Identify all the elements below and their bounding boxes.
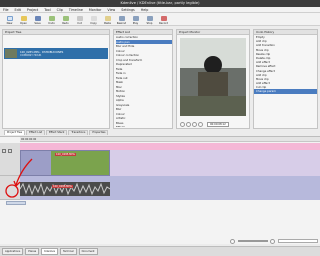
bottom-tabs: Project Tree Effect List Effect Stack Tr… [4,130,109,135]
clip-sublabel: COMPANY HOUR [20,53,42,57]
track-mute-icon[interactable] [2,149,6,153]
monitor-video [180,38,246,116]
monitor-stop-button[interactable] [192,121,197,127]
video-clip-label: 100_0285.MPG [55,153,76,156]
cut-button[interactable]: Cut [73,13,86,25]
play-button[interactable]: Play [129,13,142,25]
rewind-icon [118,16,125,21]
project-clip-item[interactable]: 100_0285.MPG · DSTRIBUCIONES COMPANY HOU… [4,48,108,59]
zoom-slider[interactable] [238,240,268,242]
undo-history-list: Empty Add clip Add transition Move clip Resi… [254,35,317,115]
timeline-ruler[interactable]: 00:00:00:00 [20,137,320,142]
scissors-icon [76,16,83,21]
tab-effect-list[interactable]: Effect List [26,130,45,135]
menu-timeline[interactable]: Timeline [69,8,83,12]
video-track-empty [110,150,320,176]
monitor-forward-button[interactable] [198,121,203,127]
desktop-taskbar: Applications Places Kdenlive Terminal Do… [0,246,320,256]
timeline-status-controls [180,238,318,244]
timecode-field[interactable] [278,239,318,243]
open-button[interactable]: Open [17,13,30,25]
tab-effect-stack[interactable]: Effect Stack [45,130,68,135]
taskbar-document[interactable]: Document [78,248,98,255]
paste-icon [104,16,111,21]
new-icon [6,16,13,21]
audio-clip-label: 100_0285.MPG [52,185,73,188]
undo-button[interactable]: Undo [45,13,58,25]
effect-tree: Audio correction Audio pan Blur and Hide Co… [116,35,172,127]
effect-item[interactable]: Effects [116,125,172,127]
taskbar-kdenlive[interactable]: Kdenlive [41,248,58,255]
undo-icon [48,16,55,21]
taskbar-applications[interactable]: Applications [2,248,24,255]
save-icon [34,16,41,21]
redo-button[interactable]: Redo [59,13,72,25]
menu-help[interactable]: Help [141,8,149,12]
tab-project-tree[interactable]: Project Tree [4,130,26,135]
clip-thumbnail [5,49,17,58]
rewind-button[interactable]: Rewind [115,13,128,25]
tab-properties[interactable]: Properties [89,130,109,135]
zoom-in-icon[interactable] [270,238,275,244]
window-title-bar: Kdenlive / KDEnlive (title-bar, partly l… [0,0,320,7]
monitor-play-button[interactable] [186,121,191,127]
copy-icon [90,16,97,21]
project-tree-title: Project Tree [3,30,109,35]
menu-view[interactable]: View [107,8,115,12]
new-button[interactable]: New [3,13,16,25]
monitor-rewind-button[interactable] [180,121,185,127]
video-track-band [20,143,320,150]
monitor-controls: 00:00:08:12 [180,121,246,127]
menu-file[interactable]: File [3,8,9,12]
menu-tool[interactable]: Tool [44,8,50,12]
project-monitor-title: Project Monitor [177,30,249,35]
history-item[interactable]: Change param [254,89,317,94]
menu-clip[interactable]: Clip [57,8,63,12]
taskbar-terminal[interactable]: Terminal [60,248,77,255]
tab-transitions[interactable]: Transitions [68,130,89,135]
red-annotation-arrow-icon [5,158,33,198]
taskbar-places[interactable]: Places [25,248,40,255]
folder-icon [20,16,27,21]
zoom-out-icon[interactable] [230,238,235,244]
monitor-timecode[interactable]: 00:00:08:12 [207,121,229,127]
stop-button[interactable]: Stop [143,13,156,25]
redo-icon [62,16,69,21]
project-tree-panel: Project Tree [2,29,110,129]
menu-edit[interactable]: Edit [15,8,21,12]
menu-settings[interactable]: Settings [121,8,135,12]
paste-button[interactable]: Paste [101,13,114,25]
track-lock-icon[interactable] [8,149,12,153]
copy-button[interactable]: Copy [87,13,100,25]
stop-icon [146,16,153,21]
save-button[interactable]: Save [31,13,44,25]
main-toolbar: New Open Save Undo Redo Cut Copy Paste R… [0,13,320,26]
record-icon [160,16,167,21]
record-button[interactable]: Record [157,13,170,25]
menu-project[interactable]: Project [27,8,38,12]
play-icon [132,16,139,21]
menu-monitor[interactable]: Monitor [89,8,102,12]
